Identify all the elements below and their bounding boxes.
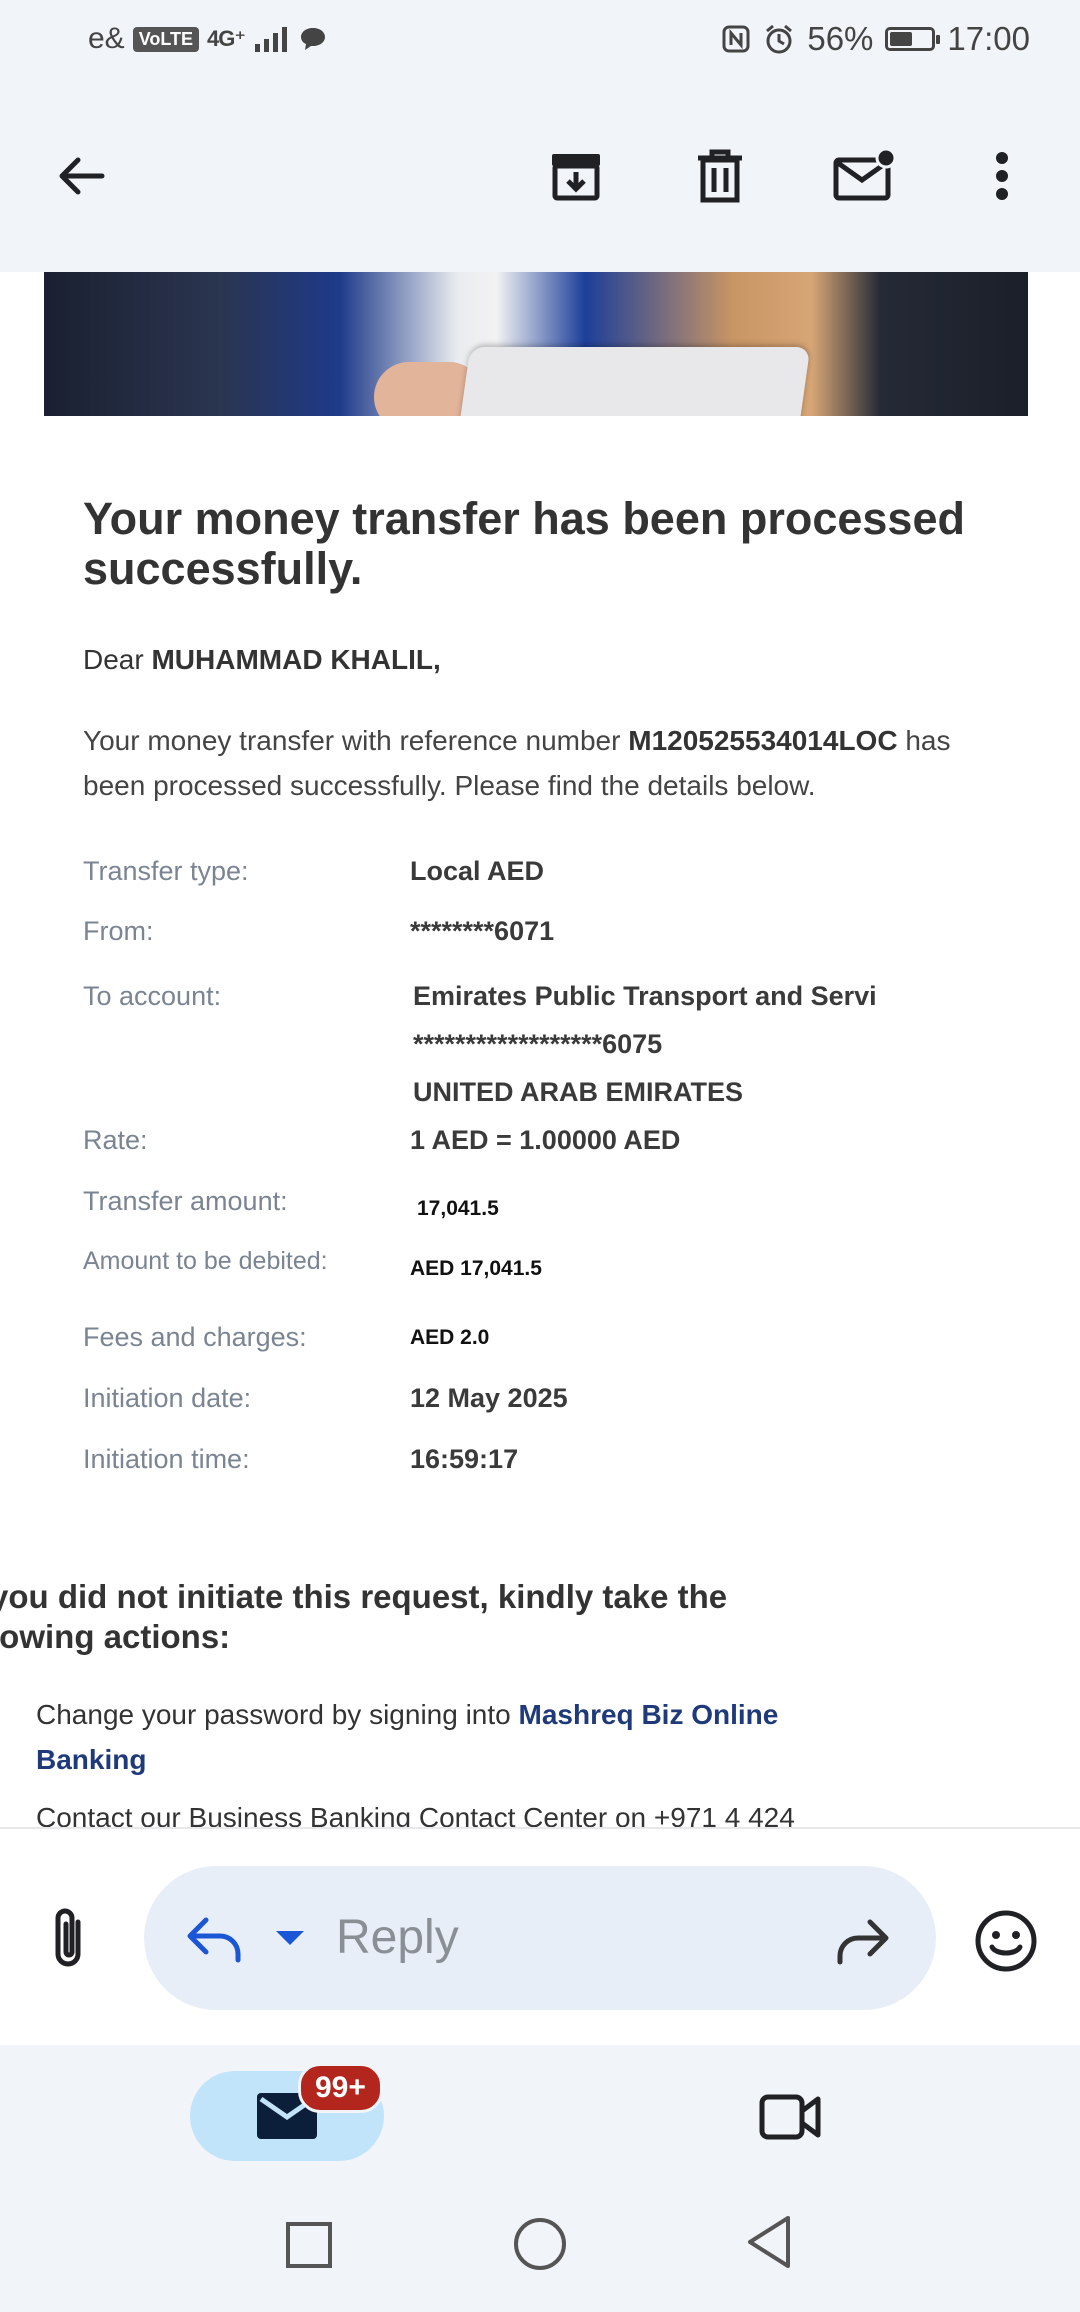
bottom-navigation: 99+: [0, 2045, 1080, 2190]
clock: 17:00: [947, 20, 1030, 57]
more-vert-icon: [996, 152, 1008, 200]
transfer-amount-value: 17,041.5: [417, 1197, 499, 1220]
delete-button[interactable]: [684, 140, 756, 212]
initiation-time-value: 16:59:17: [410, 1444, 519, 1474]
archive-icon: [552, 154, 600, 201]
chevron-down-icon[interactable]: [274, 1928, 306, 1948]
transfer-type-label: Transfer type:: [83, 856, 249, 886]
mail-count-badge: 99+: [298, 2063, 383, 2113]
initiation-time-label: Initiation time:: [83, 1444, 250, 1474]
to-account-name: Emirates Public Transport and Servi: [413, 981, 877, 1011]
greeting: Dear MUHAMMAD KHALIL,: [83, 644, 441, 676]
forward-icon[interactable]: [832, 1914, 892, 1966]
to-account-country: UNITED ARAB EMIRATES: [413, 1077, 743, 1107]
network-type: 4G⁺: [207, 26, 246, 51]
to-account-label: To account:: [83, 981, 222, 1011]
reply-placeholder[interactable]: Reply: [336, 1910, 459, 1965]
banner-image: [44, 272, 1028, 416]
recipient-name: MUHAMMAD KHALIL,: [151, 644, 441, 675]
action-change-password: Change your password by signing into Mas…: [36, 1692, 836, 1782]
initiation-date-label: Initiation date:: [83, 1383, 252, 1413]
chat-bubble-icon: [301, 28, 325, 50]
rate-label: Rate:: [83, 1125, 148, 1155]
intro-paragraph: Your money transfer with reference numbe…: [83, 718, 1013, 808]
mark-unread-button[interactable]: [828, 140, 900, 212]
signal-icon: [255, 27, 287, 52]
email-body: Your money transfer has been processed s…: [0, 272, 1080, 1827]
rate-value: 1 AED = 1.00000 AED: [410, 1125, 681, 1155]
delete-icon: [698, 149, 742, 203]
back-nav-icon[interactable]: [744, 2214, 794, 2270]
status-bar: e& VoLTE 4G⁺ 56% 17:00: [0, 0, 1080, 82]
archive-button[interactable]: [540, 140, 612, 212]
alarm-icon: [766, 24, 793, 54]
reply-icon[interactable]: [184, 1912, 244, 1964]
nfc-icon: [722, 25, 750, 53]
mark-unread-icon: [833, 147, 896, 201]
system-navigation: [0, 2190, 1080, 2312]
email-headline: Your money transfer has been processed s…: [83, 493, 965, 594]
intro-text-1: Your money transfer with reference numbe…: [83, 725, 621, 756]
more-options-button[interactable]: [966, 140, 1038, 212]
battery-icon: [885, 27, 941, 51]
action-contact-center: Contact our Business Banking Contact Cen…: [36, 1802, 795, 1827]
amount-debited-value: AED 17,041.5: [410, 1257, 542, 1280]
from-value: ********6071: [410, 916, 555, 946]
fees-value: AED 2.0: [410, 1326, 490, 1349]
fees-label: Fees and charges:: [83, 1322, 307, 1352]
transfer-amount-label: Transfer amount:: [83, 1186, 288, 1216]
battery-fill: [890, 32, 913, 46]
carrier-info: e& VoLTE 4G⁺: [88, 22, 327, 56]
emoji-icon[interactable]: [974, 1909, 1038, 1973]
warning-heading: you did not initiate this request, kindl…: [0, 1578, 728, 1655]
carrier-name: e&: [88, 22, 125, 55]
status-right: 56% 17:00: [721, 20, 1030, 58]
reference-number: M120525534014LOC: [628, 725, 898, 756]
back-arrow-icon: [59, 157, 105, 195]
transfer-type-value: Local AED: [410, 856, 545, 886]
banner-tablet: [457, 347, 811, 416]
meet-icon[interactable]: [758, 2091, 822, 2143]
initiation-date-value: 12 May 2025: [410, 1383, 568, 1413]
volte-badge: VoLTE: [132, 26, 200, 52]
amount-debited-label: Amount to be debited:: [83, 1247, 328, 1275]
action1-text: Change your password by signing into: [36, 1699, 511, 1730]
from-label: From:: [83, 916, 154, 946]
reply-pill[interactable]: Reply: [144, 1866, 936, 2010]
to-account-number: ******************6075: [413, 1029, 663, 1059]
attach-icon[interactable]: [40, 1904, 100, 1974]
recents-icon[interactable]: [284, 2220, 334, 2270]
battery-percent: 56%: [807, 20, 874, 57]
greeting-prefix: Dear: [83, 644, 144, 675]
back-button[interactable]: [46, 140, 118, 212]
home-icon[interactable]: [512, 2216, 568, 2272]
reply-bar: Reply: [0, 1827, 1080, 2047]
app-bar: [0, 82, 1080, 272]
